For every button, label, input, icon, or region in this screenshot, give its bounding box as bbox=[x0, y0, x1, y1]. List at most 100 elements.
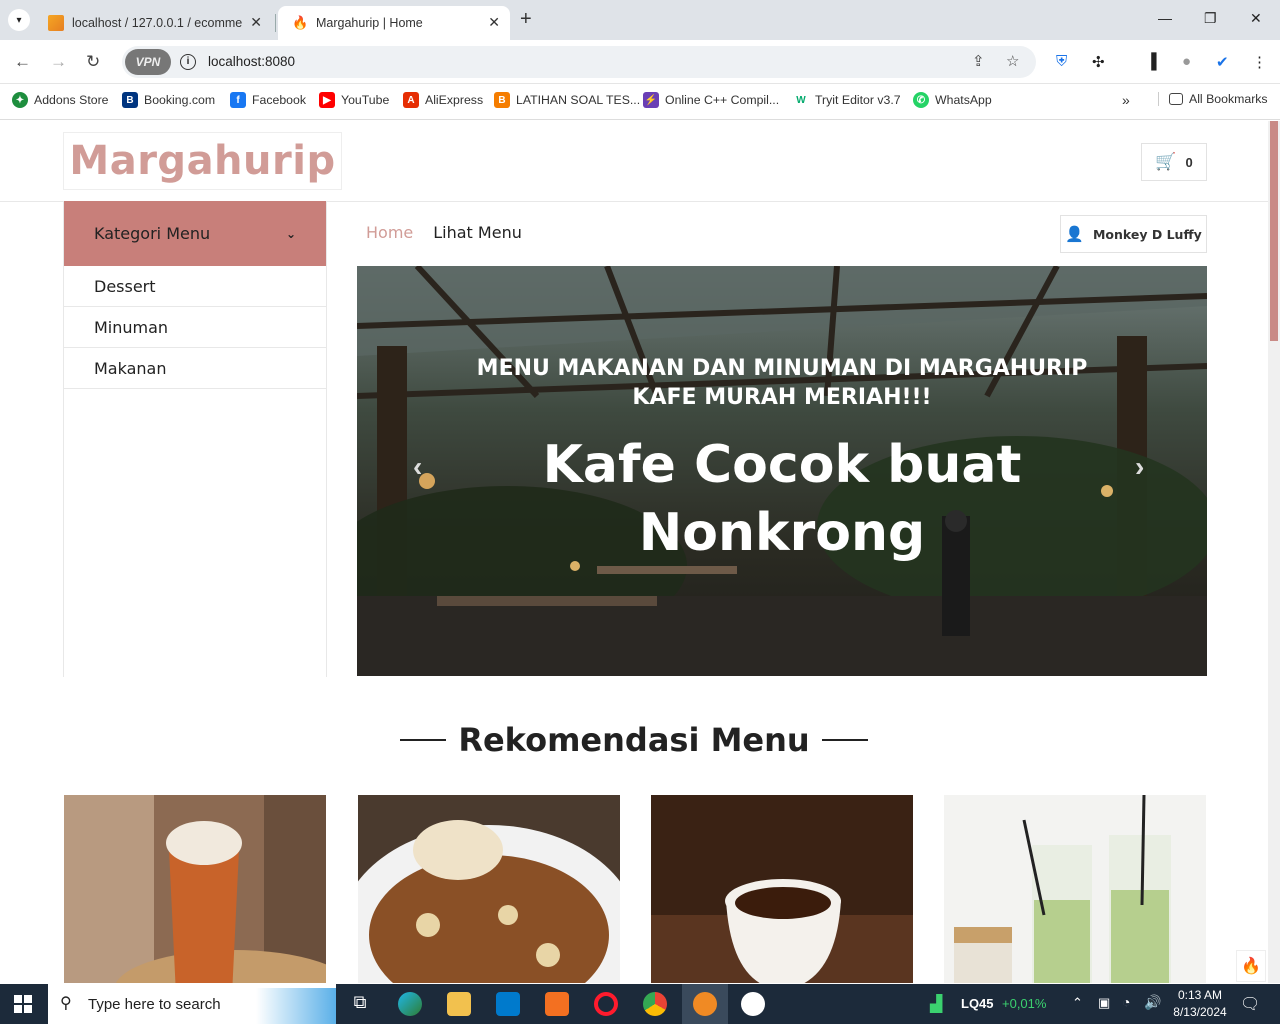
taskbar-search-input[interactable]: ⚲ Type here to search bbox=[48, 984, 336, 1024]
site-info-icon[interactable]: i bbox=[180, 54, 196, 70]
hero-title: Kafe Cocok buat Nonkrong bbox=[542, 435, 1022, 563]
category-item-minuman[interactable]: Minuman bbox=[64, 307, 326, 348]
bookmarks-bar: ✦ Addons Store B Booking.com f Facebook ▶ Yo… bbox=[0, 84, 1280, 120]
category-item-dessert[interactable]: Dessert bbox=[64, 266, 326, 307]
close-icon[interactable]: ✕ bbox=[488, 14, 500, 31]
edge-icon[interactable] bbox=[398, 992, 422, 1016]
windows-start-icon[interactable] bbox=[14, 995, 32, 1013]
windows-taskbar: ⚲ Type here to search ⧉ ▟ LQ45 +0,01% ⌃ … bbox=[0, 984, 1280, 1024]
side-panel-icon[interactable]: ▐ bbox=[1146, 53, 1157, 70]
clock[interactable]: 0:13 AM 8/13/2024 bbox=[1172, 988, 1228, 1019]
tab-margahurip[interactable]: 🔥 Margahurip | Home ✕ bbox=[278, 6, 510, 40]
omnibox[interactable]: VPN i localhost:8080 ⇪ ☆ bbox=[122, 46, 1036, 78]
more-bookmarks-chevron-icon[interactable]: » bbox=[1122, 92, 1130, 108]
notification-icon[interactable]: 🗨 bbox=[1240, 994, 1260, 1014]
product-image-coffee[interactable] bbox=[651, 795, 913, 983]
close-window-button[interactable]: ✕ bbox=[1250, 10, 1262, 27]
page-scrollbar[interactable] bbox=[1268, 121, 1280, 983]
hero-carousel: MENU MAKANAN DAN MINUMAN DI MARGAHURIP K… bbox=[357, 266, 1207, 676]
nav-lihat-menu[interactable]: Lihat Menu bbox=[433, 223, 522, 242]
product-image-rujak[interactable] bbox=[358, 795, 620, 983]
shield-extension-icon[interactable]: ⛨ bbox=[1056, 53, 1067, 70]
profile-avatar-icon[interactable]: ● bbox=[1182, 53, 1191, 70]
product-image-matcha[interactable] bbox=[944, 795, 1206, 983]
carousel-prev-icon[interactable]: ‹ bbox=[413, 451, 422, 483]
bookmark-addons-store[interactable]: ✦ Addons Store bbox=[12, 92, 109, 108]
tab-title: localhost / 127.0.0.1 / ecommer bbox=[72, 16, 242, 30]
taskbar-active-app[interactable] bbox=[682, 984, 728, 1024]
vscode-icon[interactable] bbox=[496, 992, 520, 1016]
section-heading: Rekomendasi Menu bbox=[0, 721, 1268, 759]
scrollbar-thumb[interactable] bbox=[1270, 121, 1278, 341]
puzzle-extensions-icon[interactable]: ✣ bbox=[1092, 53, 1105, 71]
product-image-thai-tea[interactable] bbox=[64, 795, 326, 983]
kebab-menu-icon[interactable]: ⋮ bbox=[1252, 53, 1267, 71]
bookmark-whatsapp[interactable]: ✆ WhatsApp bbox=[913, 92, 992, 108]
bookmark-facebook[interactable]: f Facebook bbox=[230, 92, 306, 108]
vpn-badge[interactable]: VPN bbox=[125, 49, 171, 75]
close-icon[interactable]: ✕ bbox=[250, 14, 262, 31]
heading-line bbox=[821, 739, 868, 741]
bookmark-label: WhatsApp bbox=[935, 93, 992, 107]
tab-phpmyadmin[interactable]: localhost / 127.0.0.1 / ecommer ✕ bbox=[34, 6, 272, 40]
bookmark-latihan-soal[interactable]: B LATIHAN SOAL TES... bbox=[494, 92, 640, 108]
bookmark-youtube[interactable]: ▶ YouTube bbox=[319, 92, 389, 108]
whatsapp-taskbar-icon[interactable] bbox=[741, 992, 765, 1016]
address-toolbar: ← → ↻ VPN i localhost:8080 ⇪ ☆ ⛨ ✣ ▐ ● ✔… bbox=[0, 40, 1280, 84]
user-menu-button[interactable]: 👤 Monkey D Luffy bbox=[1060, 215, 1207, 253]
file-explorer-icon[interactable] bbox=[447, 992, 471, 1016]
site-logo[interactable]: Margahurip bbox=[63, 132, 342, 190]
bookmark-tryit-editor[interactable]: W Tryit Editor v3.7 bbox=[793, 92, 901, 108]
bookmark-online-cpp[interactable]: ⚡ Online C++ Compil... bbox=[643, 92, 779, 108]
stock-name[interactable]: LQ45 bbox=[961, 996, 994, 1011]
folder-icon bbox=[1169, 93, 1183, 105]
new-tab-button[interactable]: + bbox=[520, 8, 532, 31]
back-button[interactable]: ← bbox=[14, 52, 31, 72]
wifi-icon[interactable]: ◔ bbox=[1122, 994, 1130, 1010]
restore-button[interactable]: ❐ bbox=[1204, 10, 1217, 27]
task-view-icon[interactable]: ⧉ bbox=[348, 992, 372, 1016]
category-menu-toggle[interactable]: Kategori Menu ⌄ bbox=[64, 201, 326, 266]
chrome-icon[interactable] bbox=[643, 992, 667, 1016]
bookmark-aliexpress[interactable]: A AliExpress bbox=[403, 92, 483, 108]
security-extension-icon[interactable]: ✔ bbox=[1216, 53, 1229, 71]
bookmark-label: All Bookmarks bbox=[1189, 92, 1268, 106]
webpage: Margahurip 🛒 0 Kategori Menu ⌄ Dessert M… bbox=[0, 121, 1268, 983]
xampp-icon[interactable] bbox=[545, 992, 569, 1016]
share-icon[interactable]: ⇪ bbox=[972, 52, 985, 70]
clock-date: 8/13/2024 bbox=[1173, 1005, 1227, 1019]
search-highlight-image bbox=[256, 988, 336, 1024]
stock-chart-icon[interactable]: ▟ bbox=[930, 994, 942, 1014]
bookmark-label: Tryit Editor v3.7 bbox=[815, 93, 901, 107]
nav-home[interactable]: Home bbox=[366, 223, 413, 242]
cart-count: 0 bbox=[1185, 154, 1193, 170]
bookmark-booking[interactable]: B Booking.com bbox=[122, 92, 215, 108]
device-icon[interactable]: ▣ bbox=[1098, 995, 1110, 1011]
browser-tab-bar: ▾ localhost / 127.0.0.1 / ecommer ✕ 🔥 Ma… bbox=[0, 0, 1280, 40]
addons-icon: ✦ bbox=[12, 92, 28, 108]
heading-line bbox=[400, 739, 447, 741]
bookmark-label: Online C++ Compil... bbox=[665, 93, 780, 107]
opera-icon[interactable] bbox=[594, 992, 618, 1016]
chevron-up-icon[interactable]: ⌃ bbox=[1072, 995, 1083, 1011]
url-text[interactable]: localhost:8080 bbox=[208, 54, 295, 69]
clock-time: 0:13 AM bbox=[1177, 988, 1223, 1002]
carousel-next-icon[interactable]: › bbox=[1135, 451, 1144, 483]
bookmark-label: Facebook bbox=[252, 93, 307, 107]
search-icon: ⚲ bbox=[60, 995, 72, 1012]
reload-button[interactable]: ↻ bbox=[86, 52, 100, 72]
forward-button[interactable]: → bbox=[50, 52, 67, 72]
minimize-button[interactable]: — bbox=[1158, 10, 1172, 26]
category-item-makanan[interactable]: Makanan bbox=[64, 348, 326, 389]
cart-button[interactable]: 🛒 0 bbox=[1141, 143, 1207, 181]
all-bookmarks-button[interactable]: All Bookmarks bbox=[1158, 92, 1268, 106]
tab-search-button[interactable]: ▾ bbox=[8, 9, 30, 31]
volume-icon[interactable]: 🔊 bbox=[1144, 994, 1161, 1011]
flame-icon: 🔥 bbox=[292, 15, 309, 30]
star-icon[interactable]: ☆ bbox=[1006, 52, 1019, 70]
flame-icon[interactable]: 🔥 bbox=[1236, 950, 1266, 982]
search-placeholder: Type here to search bbox=[88, 995, 221, 1013]
bookmark-label: YouTube bbox=[341, 93, 390, 107]
aliexpress-icon: A bbox=[403, 92, 419, 108]
shopping-cart-icon: 🛒 bbox=[1155, 152, 1177, 171]
